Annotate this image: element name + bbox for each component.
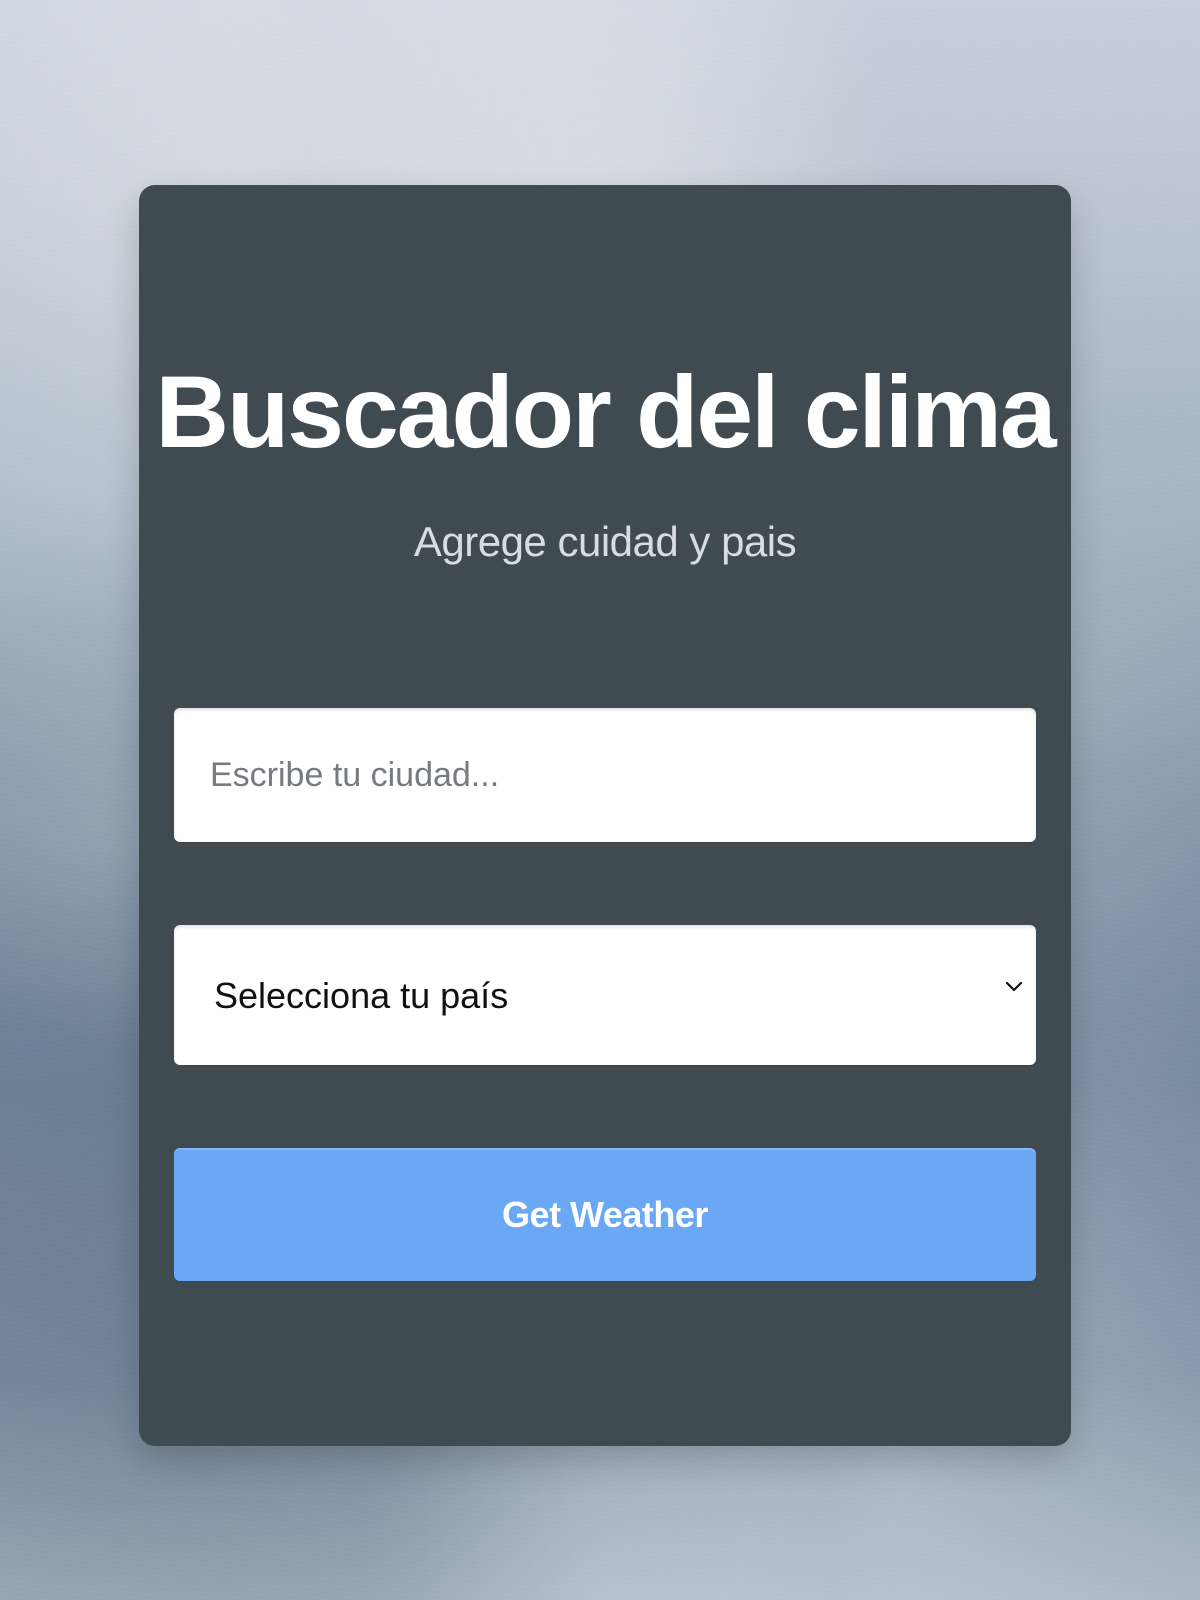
country-select[interactable]: Selecciona tu país xyxy=(174,925,1036,1065)
city-input[interactable] xyxy=(174,708,1036,842)
weather-search-card: Buscador del clima Agrege cuidad y pais … xyxy=(139,185,1071,1446)
get-weather-button[interactable]: Get Weather xyxy=(174,1148,1036,1281)
page-title: Buscador del clima xyxy=(155,355,1056,469)
page-subtitle: Agrege cuidad y pais xyxy=(413,518,797,565)
country-select-wrapper[interactable]: Selecciona tu país xyxy=(174,925,1036,1065)
